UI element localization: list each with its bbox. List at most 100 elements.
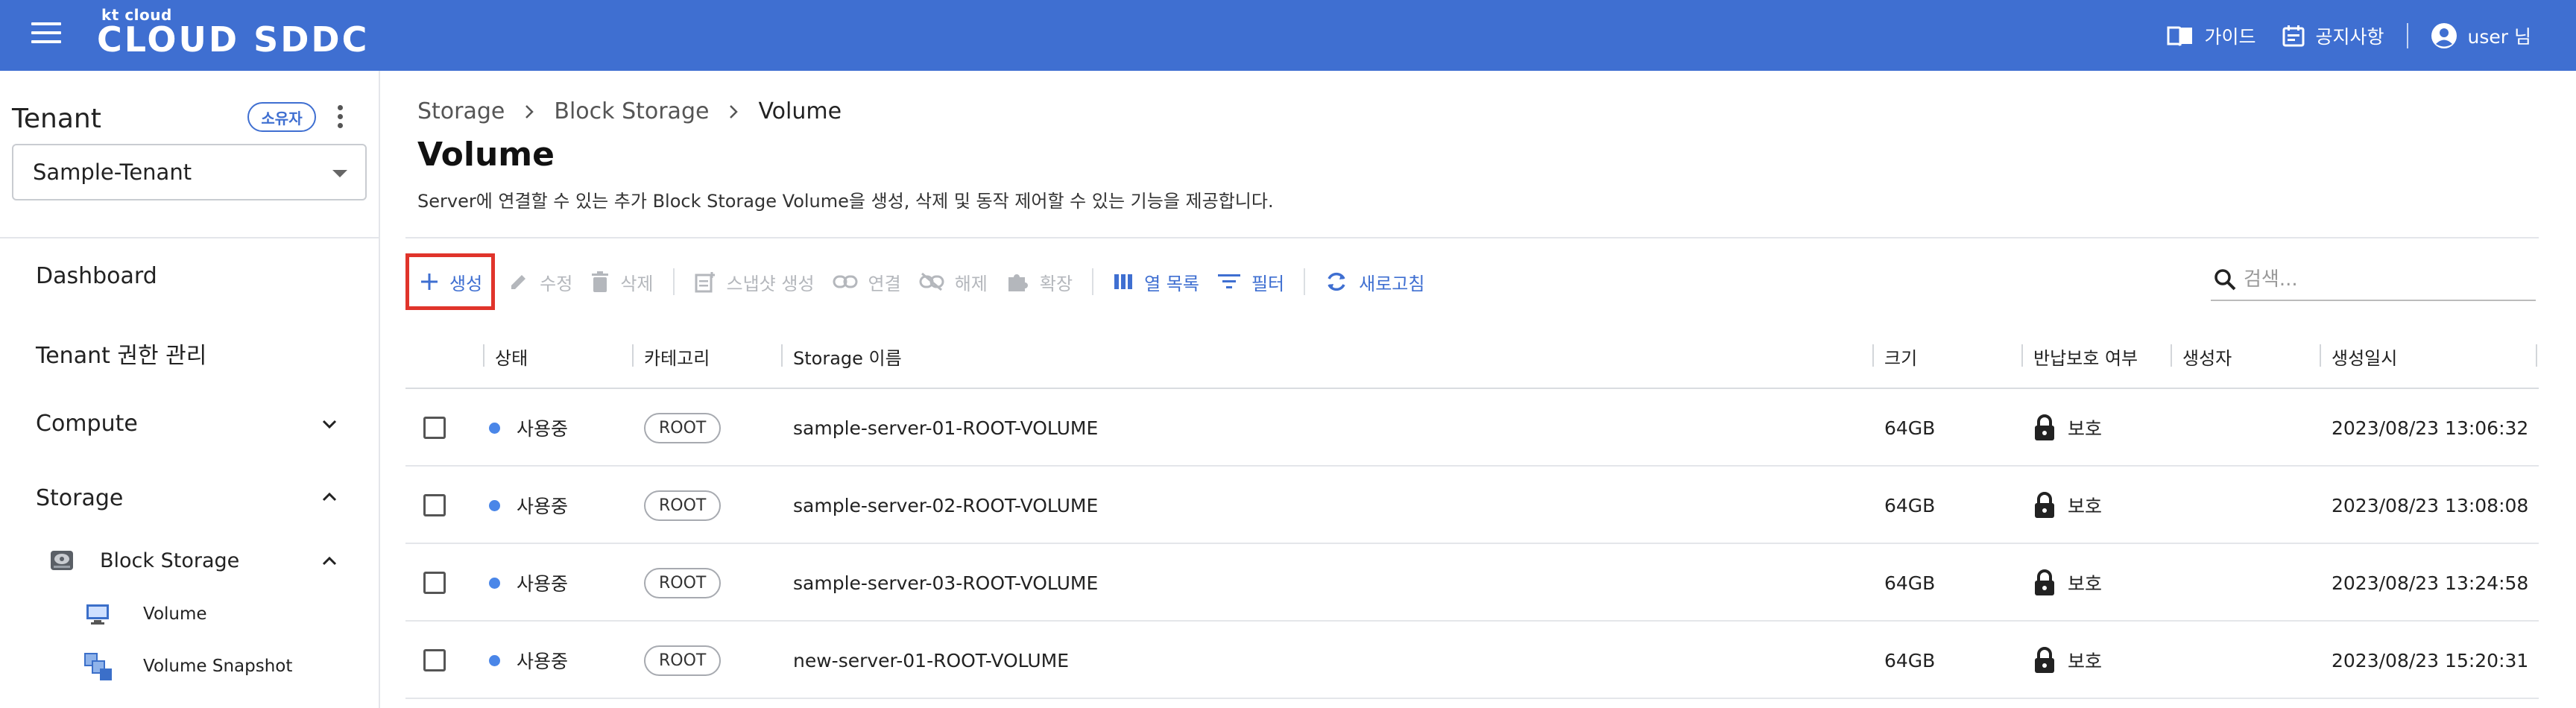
column-header-category[interactable]: 카테고리 — [632, 323, 710, 389]
status-dot-icon — [489, 654, 500, 666]
columns-label: 열 목록 — [1144, 273, 1199, 294]
guide-link[interactable]: 가이드 — [2167, 22, 2256, 49]
breadcrumb-storage[interactable]: Storage — [417, 98, 505, 124]
protect-value: 보호 — [2068, 496, 2103, 517]
disconnect-label: 해제 — [954, 273, 988, 294]
column-header-name[interactable]: Storage 이름 — [781, 323, 902, 389]
notice-link[interactable]: 공지사항 — [2282, 22, 2384, 49]
search-input[interactable] — [2244, 268, 2527, 291]
sidebar-item-compute[interactable]: Compute — [36, 411, 138, 437]
column-divider — [2171, 344, 2172, 367]
columns-button[interactable]: 열 목록 — [1104, 261, 1208, 303]
filter-button[interactable]: 필터 — [1208, 261, 1293, 303]
filter-icon — [1217, 274, 1240, 288]
plus-icon — [421, 274, 438, 290]
column-header-creator[interactable]: 생성자 — [2171, 323, 2232, 389]
row-checkbox[interactable] — [423, 649, 446, 671]
column-header-created[interactable]: 생성일시 — [2320, 323, 2398, 389]
column-header-protect[interactable]: 반납보호 여부 — [2021, 323, 2138, 389]
protect-value: 보호 — [2068, 418, 2103, 440]
column-header-label: 생성일시 — [2332, 347, 2398, 369]
status-dot-icon — [489, 499, 500, 511]
refresh-icon — [1328, 272, 1345, 291]
row-checkbox[interactable] — [423, 494, 446, 516]
toolbar-divider — [1092, 268, 1094, 295]
more-vert-icon[interactable] — [334, 105, 346, 132]
table-row[interactable]: 사용중 ROOT sample-server-02-ROOT-VOLUME 64… — [405, 467, 2539, 544]
guide-label: 가이드 — [2204, 25, 2256, 48]
top-actions: 가이드 공지사항 user 님 — [2167, 0, 2531, 71]
created-value: 2023/08/23 13:24:58 — [2332, 572, 2529, 594]
connect-label: 연결 — [868, 273, 901, 294]
expand-button[interactable]: 확장 — [997, 261, 1082, 303]
created-value: 2023/08/23 13:08:08 — [2332, 494, 2529, 516]
column-divider — [483, 344, 484, 367]
breadcrumb-block-storage[interactable]: Block Storage — [554, 98, 709, 124]
link-off-icon — [919, 272, 944, 291]
created-value: 2023/08/23 13:06:32 — [2332, 417, 2529, 439]
table-row[interactable]: 사용중 ROOT new-server-01-ROOT-VOLUME 64GB … — [405, 622, 2539, 699]
chevron-right-icon — [730, 104, 739, 118]
sidebar-item-volume[interactable]: Volume — [143, 604, 207, 624]
connect-button[interactable]: 연결 — [824, 261, 910, 303]
column-divider — [2320, 344, 2321, 367]
refresh-button[interactable]: 새로고침 — [1316, 261, 1433, 303]
sidebar-item-volume-snapshot[interactable]: Volume Snapshot — [143, 657, 292, 676]
link-icon — [833, 275, 858, 288]
menu-icon[interactable] — [31, 22, 61, 48]
size-value: 64GB — [1884, 494, 1936, 516]
toolbar-divider — [1304, 268, 1306, 295]
chevron-up-icon[interactable] — [321, 488, 338, 506]
sidebar-item-block-storage[interactable]: Block Storage — [100, 549, 239, 572]
sidebar-item-storage[interactable]: Storage — [36, 485, 123, 511]
tenant-select-value: Sample-Tenant — [33, 159, 192, 185]
top-divider — [2406, 22, 2408, 48]
column-header-size[interactable]: 크기 — [1872, 323, 1918, 389]
chevron-up-icon[interactable] — [321, 552, 338, 570]
calendar-icon — [2282, 25, 2304, 46]
notice-label: 공지사항 — [2315, 25, 2384, 48]
disconnect-button[interactable]: 해제 — [910, 261, 997, 303]
storage-name[interactable]: sample-server-01-ROOT-VOLUME — [793, 417, 1098, 439]
owner-badge[interactable]: 소유자 — [247, 102, 316, 132]
row-checkbox[interactable] — [423, 417, 446, 439]
table-row[interactable]: 사용중 ROOT sample-server-01-ROOT-VOLUME 64… — [405, 389, 2539, 467]
row-checkbox[interactable] — [423, 572, 446, 594]
category-chip: ROOT — [644, 567, 722, 598]
content-divider — [405, 237, 2539, 238]
sidebar-divider — [0, 237, 379, 238]
chevron-down-icon[interactable] — [321, 415, 338, 433]
storage-name[interactable]: sample-server-03-ROOT-VOLUME — [793, 572, 1098, 594]
monitor-icon — [86, 604, 109, 625]
sidebar-item-dashboard[interactable]: Dashboard — [36, 263, 157, 289]
tenant-title: Tenant — [12, 104, 101, 134]
column-header-label: 상태 — [495, 347, 528, 369]
note-add-icon — [695, 272, 715, 293]
delete-button[interactable]: 삭제 — [581, 261, 662, 303]
search-icon — [2214, 269, 2236, 291]
edit-button[interactable]: 수정 — [499, 261, 581, 303]
storage-name[interactable]: new-server-01-ROOT-VOLUME — [793, 650, 1069, 671]
account-circle-icon — [2431, 22, 2457, 48]
user-menu[interactable]: user 님 — [2431, 22, 2531, 49]
protect-value: 보호 — [2068, 573, 2103, 595]
table-row[interactable]: 사용중 ROOT sample-server-03-ROOT-VOLUME 64… — [405, 544, 2539, 622]
brand-logo[interactable]: CLOUD SDDC — [97, 19, 369, 60]
book-icon — [2167, 26, 2193, 46]
edit-label: 수정 — [540, 273, 573, 294]
tenant-select[interactable]: Sample-Tenant — [12, 144, 367, 200]
status-dot-icon — [489, 577, 500, 589]
column-divider — [1872, 344, 1874, 367]
size-value: 64GB — [1884, 572, 1936, 594]
storage-name[interactable]: sample-server-02-ROOT-VOLUME — [793, 495, 1098, 516]
column-header-label: 크기 — [1884, 347, 1918, 369]
sidebar-item-tenant-auth[interactable]: Tenant 권한 관리 — [36, 337, 206, 370]
snapshot-button[interactable]: 스냅샷 생성 — [685, 261, 824, 303]
category-chip: ROOT — [644, 645, 722, 676]
create-button[interactable]: 생성 — [405, 253, 496, 310]
column-header-status[interactable]: 상태 — [483, 323, 528, 389]
lock-icon — [2035, 492, 2054, 518]
snapshot-icon — [84, 653, 112, 680]
column-header-label: Storage 이름 — [793, 347, 902, 369]
delete-label: 삭제 — [620, 273, 654, 294]
